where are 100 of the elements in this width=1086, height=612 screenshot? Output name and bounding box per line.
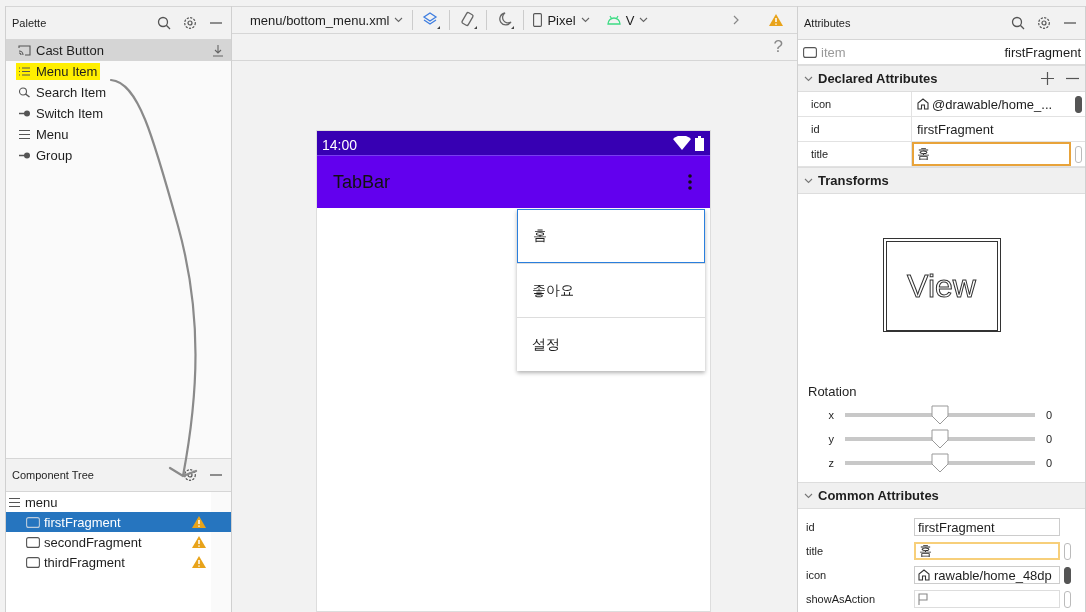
settings-icon[interactable] <box>183 468 197 482</box>
tree-item[interactable]: secondFragment <box>6 532 211 552</box>
panel-title: Palette <box>12 17 47 29</box>
attribute-name: title <box>798 142 912 166</box>
item-icon <box>26 556 40 568</box>
axis-label: y <box>827 433 835 445</box>
section-header[interactable]: Transforms <box>804 173 889 188</box>
download-icon[interactable] <box>213 44 223 57</box>
slider-thumb[interactable] <box>931 453 949 473</box>
palette-item[interactable]: Switch Item <box>6 103 231 124</box>
search-icon[interactable] <box>157 16 171 30</box>
resource-picker-handle[interactable] <box>1074 145 1082 163</box>
slider-value: 0 <box>1046 409 1053 421</box>
warning-icon[interactable] <box>192 516 206 528</box>
chevron-down-icon <box>804 492 813 499</box>
layers-icon[interactable] <box>422 11 441 29</box>
settings-icon[interactable] <box>1037 16 1051 30</box>
slider-thumb[interactable] <box>931 429 949 449</box>
attribute-field[interactable]: @drawable/home_... <box>912 92 1071 116</box>
attribute-field[interactable]: firstFragment <box>914 518 1060 536</box>
attribute-name: icon <box>798 92 912 116</box>
moon-icon[interactable] <box>496 11 515 29</box>
phone-icon <box>533 13 543 27</box>
menu-icon <box>8 496 21 508</box>
attribute-field[interactable] <box>914 590 1060 608</box>
component-type: item <box>803 44 846 60</box>
item-icon <box>26 536 40 548</box>
palette-item-label: Search Item <box>16 84 110 101</box>
attribute-name: showAsAction <box>805 593 877 605</box>
chevron-right-icon[interactable] <box>733 15 740 25</box>
home-icon <box>918 569 930 581</box>
tree-item[interactable]: menu <box>6 492 211 512</box>
switch-icon <box>18 108 31 119</box>
overflow-menu-icon[interactable] <box>688 174 692 190</box>
warning-icon[interactable] <box>192 536 206 548</box>
attribute-field[interactable]: rawable/home_48dp <box>914 566 1060 584</box>
palette-item-label: Cast Button <box>16 42 107 59</box>
menu-item[interactable]: 좋아요 <box>517 263 705 317</box>
wifi-icon <box>673 136 691 150</box>
add-icon[interactable] <box>1041 72 1054 85</box>
app-title: TabBar <box>333 171 391 193</box>
file-tab[interactable]: menu/bottom_menu.xml <box>250 12 404 28</box>
resource-picker-handle[interactable] <box>1064 566 1071 584</box>
resource-picker-handle[interactable] <box>1074 95 1082 113</box>
caret-icon <box>394 17 404 23</box>
caret-icon <box>580 17 590 23</box>
item-icon <box>803 46 817 58</box>
status-time: 14:00 <box>322 136 359 153</box>
list-icon <box>18 66 31 77</box>
palette-item[interactable]: Cast Button <box>6 40 231 61</box>
menu-item[interactable]: 설정 <box>517 317 705 371</box>
axis-label: x <box>827 409 835 421</box>
chevron-down-icon <box>804 75 813 82</box>
slider-thumb[interactable] <box>931 405 949 425</box>
resource-picker-handle[interactable] <box>1064 590 1071 608</box>
item-icon <box>26 516 40 528</box>
palette-item[interactable]: Search Item <box>6 82 231 103</box>
component-id: firstFragment <box>1004 44 1081 60</box>
axis-label: z <box>827 457 835 469</box>
warning-icon[interactable] <box>769 14 783 26</box>
device-dropdown[interactable]: Pixel <box>533 12 590 28</box>
cast-icon <box>18 45 31 56</box>
tree-item[interactable]: thirdFragment <box>6 552 211 572</box>
palette-item[interactable]: Group <box>6 145 231 166</box>
rotation-label: Rotation <box>808 384 858 399</box>
warning-icon[interactable] <box>192 556 206 568</box>
rotate-icon[interactable] <box>459 11 478 29</box>
resource-picker-handle[interactable] <box>1064 542 1071 560</box>
palette-item[interactable]: Menu <box>6 124 231 145</box>
menu-item[interactable]: 홈 <box>517 209 705 263</box>
attribute-field[interactable]: 홈 <box>912 142 1071 166</box>
view-preview: View <box>882 238 1001 332</box>
switch-icon <box>18 150 31 161</box>
api-dropdown[interactable]: V <box>606 12 649 28</box>
flag-icon <box>918 593 928 605</box>
attribute-name: id <box>798 117 912 141</box>
panel-title: Attributes <box>804 17 851 29</box>
settings-icon[interactable] <box>183 16 197 30</box>
attribute-field[interactable]: 홈 <box>914 542 1060 560</box>
palette-item-label: Switch Item <box>16 105 107 122</box>
attribute-field[interactable]: firstFragment <box>912 117 1071 141</box>
menu-icon <box>18 129 31 140</box>
palette-item-label: Group <box>16 147 76 164</box>
search-icon <box>18 87 31 98</box>
palette-item[interactable]: Menu Item <box>6 61 231 82</box>
attribute-name: icon <box>805 569 828 581</box>
home-icon <box>917 98 929 110</box>
battery-icon <box>695 135 704 151</box>
slider-value: 0 <box>1046 457 1053 469</box>
chevron-down-icon <box>804 177 813 184</box>
attribute-name: title <box>805 545 825 557</box>
tree-item[interactable]: firstFragment <box>6 512 231 532</box>
search-icon[interactable] <box>1011 16 1025 30</box>
palette-item-label: Menu Item <box>16 63 101 80</box>
palette-item-label: Menu <box>16 126 72 143</box>
slider-value: 0 <box>1046 433 1053 445</box>
caret-icon <box>639 17 649 23</box>
panel-title: Component Tree <box>12 469 94 481</box>
attribute-name: id <box>805 521 816 533</box>
android-icon <box>606 15 621 25</box>
